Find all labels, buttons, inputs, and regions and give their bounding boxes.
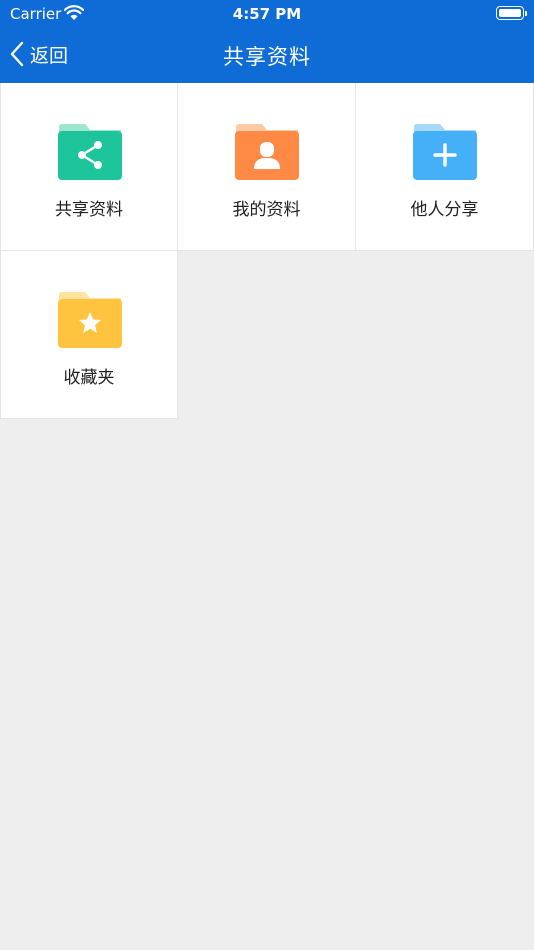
battery-fill [499, 9, 521, 17]
navigation-bar: 返回 共享资料 [0, 28, 534, 83]
folder-tile-others[interactable]: 他人分享 [356, 83, 534, 251]
status-bar: Carrier 4:57 PM [0, 0, 534, 28]
folder-label: 收藏夹 [63, 368, 115, 388]
folder-icon [58, 292, 122, 348]
folder-label: 我的资料 [232, 200, 301, 220]
folder-grid: 共享资料 我的资料 他人分享 收藏夹 [0, 83, 534, 419]
folder-tile-favorites[interactable]: 收藏夹 [0, 251, 178, 419]
folder-tile-mine[interactable]: 我的资料 [178, 83, 356, 251]
status-time: 4:57 PM [232, 5, 302, 23]
app-header: Carrier 4:57 PM 返回 共享资料 [0, 0, 534, 83]
page-title: 共享资料 [223, 45, 311, 69]
folder-tile-shared[interactable]: 共享资料 [0, 83, 178, 251]
folder-label: 共享资料 [55, 200, 123, 220]
folder-label: 他人分享 [410, 200, 479, 220]
folder-icon [235, 124, 299, 180]
folder-icon [413, 124, 477, 180]
folder-icon [58, 124, 122, 180]
battery-icon [496, 6, 527, 20]
